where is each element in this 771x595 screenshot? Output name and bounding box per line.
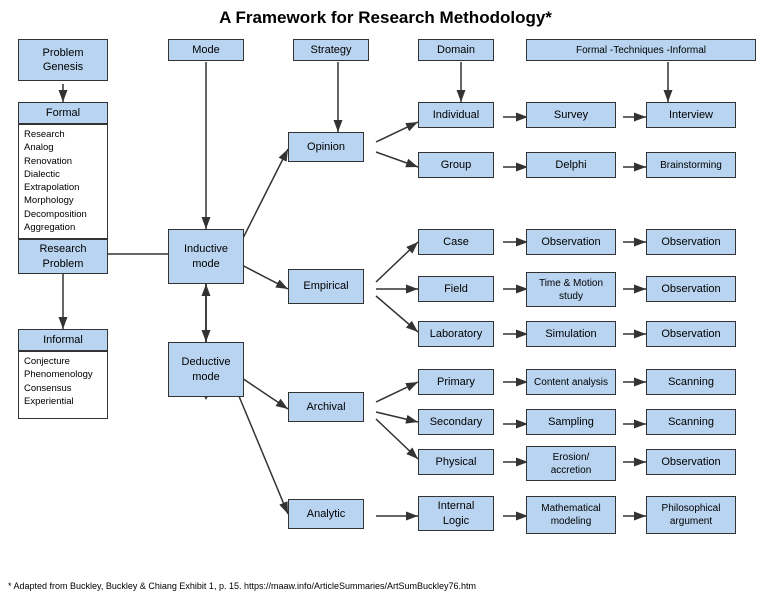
sampling-box: Sampling bbox=[526, 409, 616, 435]
laboratory-box: Laboratory bbox=[418, 321, 494, 347]
primary-box: Primary bbox=[418, 369, 494, 395]
informal-list-box: Conjecture Phenomenology Consensus Exper… bbox=[18, 351, 108, 419]
research-problem-box: Research Problem bbox=[18, 239, 108, 274]
brainstorming-box: Brainstorming bbox=[646, 152, 736, 178]
individual-box: Individual bbox=[418, 102, 494, 128]
scanning-1-box: Scanning bbox=[646, 369, 736, 395]
formal-techniques-header-box: Formal -Techniques -Informal bbox=[526, 39, 756, 61]
mathematical-box: Mathematical modeling bbox=[526, 496, 616, 534]
observation-4-box: Observation bbox=[646, 449, 736, 475]
content-analysis-box: Content analysis bbox=[526, 369, 616, 395]
delphi-box: Delphi bbox=[526, 152, 616, 178]
page-title: A Framework for Research Methodology* bbox=[8, 8, 763, 28]
observation-case-box: Observation bbox=[526, 229, 616, 255]
internal-logic-box: Internal Logic bbox=[418, 496, 494, 531]
problem-genesis-box: Problem Genesis bbox=[18, 39, 108, 81]
inductive-mode-box: Inductive mode bbox=[168, 229, 244, 284]
simulation-box: Simulation bbox=[526, 321, 616, 347]
strategy-header-box: Strategy bbox=[293, 39, 369, 61]
analytic-box: Analytic bbox=[288, 499, 364, 529]
observation-1-box: Observation bbox=[646, 229, 736, 255]
secondary-box: Secondary bbox=[418, 409, 494, 435]
formal-list-box: Research Analog Renovation Dialectic Ext… bbox=[18, 124, 108, 239]
time-motion-box: Time & Motion study bbox=[526, 272, 616, 307]
physical-box: Physical bbox=[418, 449, 494, 475]
scanning-2-box: Scanning bbox=[646, 409, 736, 435]
interview-box: Interview bbox=[646, 102, 736, 128]
main-area: Problem Genesis Formal Research Analog R… bbox=[8, 34, 763, 574]
empirical-box: Empirical bbox=[288, 269, 364, 304]
case-box: Case bbox=[418, 229, 494, 255]
field-box: Field bbox=[418, 276, 494, 302]
formal-header-box: Formal bbox=[18, 102, 108, 124]
observation-2-box: Observation bbox=[646, 276, 736, 302]
archival-box: Archival bbox=[288, 392, 364, 422]
erosion-box: Erosion/ accretion bbox=[526, 446, 616, 481]
group-box: Group bbox=[418, 152, 494, 178]
footer-text: * Adapted from Buckley, Buckley & Chiang… bbox=[8, 581, 476, 591]
survey-box: Survey bbox=[526, 102, 616, 128]
deductive-mode-box: Deductive mode bbox=[168, 342, 244, 397]
domain-header-box: Domain bbox=[418, 39, 494, 61]
opinion-box: Opinion bbox=[288, 132, 364, 162]
observation-3-box: Observation bbox=[646, 321, 736, 347]
informal-header-box: Informal bbox=[18, 329, 108, 351]
diagram-container: A Framework for Research Methodology* bbox=[0, 0, 771, 595]
philosophical-box: Philosophical argument bbox=[646, 496, 736, 534]
mode-header-box: Mode bbox=[168, 39, 244, 61]
